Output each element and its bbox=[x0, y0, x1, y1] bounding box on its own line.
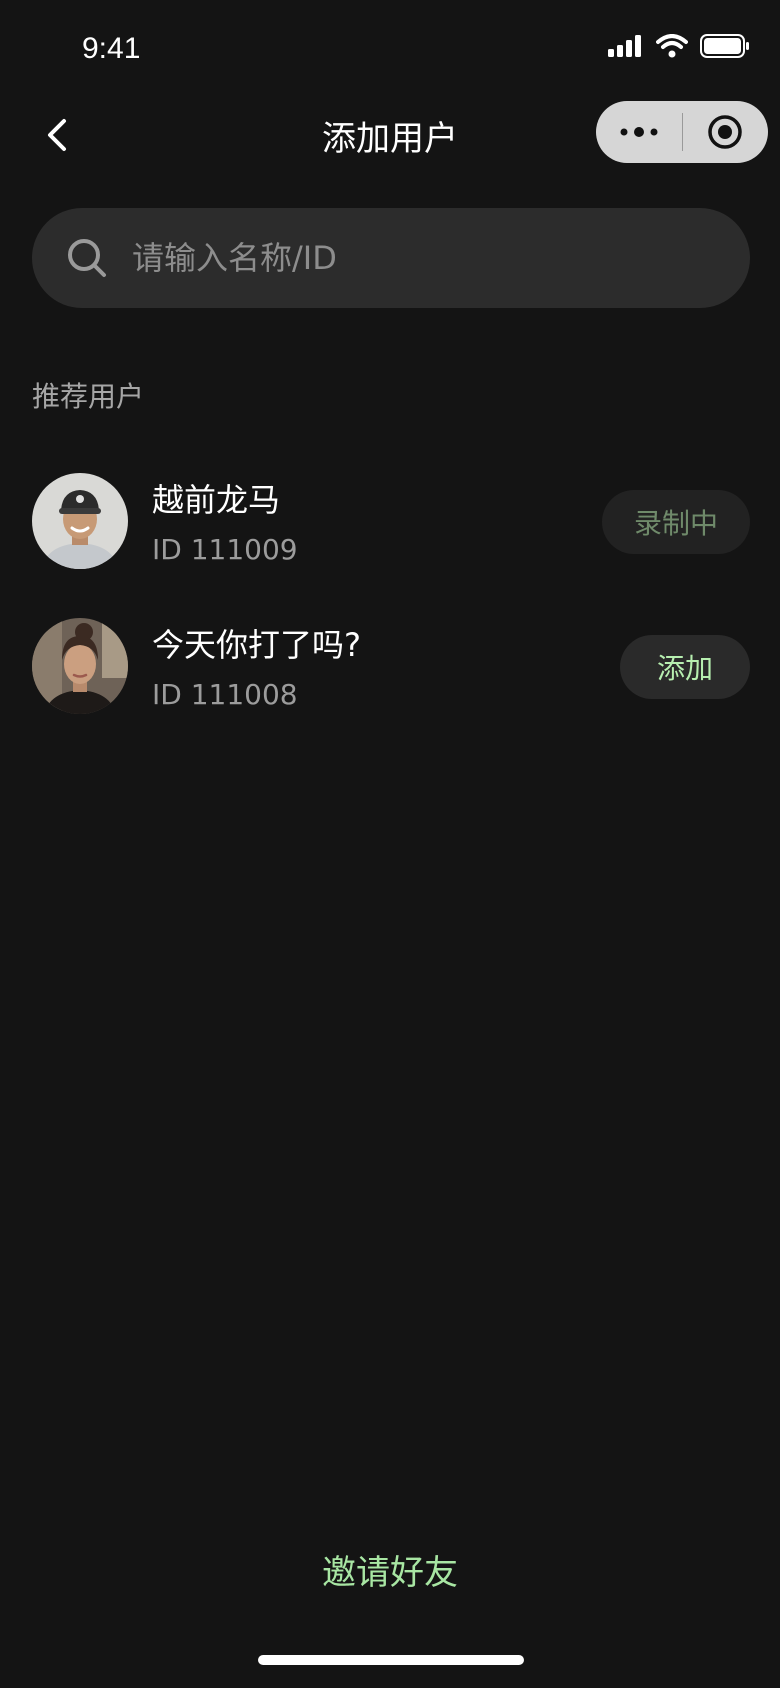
record-target-icon bbox=[708, 115, 742, 149]
search-input[interactable] bbox=[132, 239, 692, 277]
add-user-button[interactable]: 添加 bbox=[620, 635, 750, 699]
battery-icon bbox=[700, 34, 749, 58]
list-item: 今天你打了吗? ID 111008 添加 bbox=[32, 618, 750, 718]
nav-bar: 添加用户 bbox=[0, 95, 780, 175]
more-button[interactable] bbox=[596, 101, 682, 163]
status-icons bbox=[608, 34, 750, 58]
mini-program-capsule bbox=[596, 101, 768, 163]
wifi-icon bbox=[656, 34, 688, 58]
user-avatar-image bbox=[32, 618, 128, 714]
avatar[interactable] bbox=[32, 618, 128, 714]
close-button[interactable] bbox=[683, 101, 769, 163]
user-avatar-image bbox=[32, 473, 128, 569]
section-label-recommended: 推荐用户 bbox=[32, 380, 145, 413]
more-dots-icon bbox=[620, 127, 658, 137]
search-box[interactable] bbox=[32, 208, 750, 308]
signal-icon bbox=[608, 35, 641, 57]
status-bar: 9:41 bbox=[0, 0, 780, 90]
status-time: 9:41 bbox=[82, 32, 141, 65]
search-icon bbox=[68, 239, 106, 277]
recording-status-button: 录制中 bbox=[602, 490, 750, 554]
list-item: 越前龙马 ID 111009 录制中 bbox=[32, 473, 750, 573]
user-name: 越前龙马 bbox=[152, 481, 281, 519]
home-indicator bbox=[258, 1655, 524, 1665]
user-id: ID 111008 bbox=[152, 678, 298, 711]
invite-friends-link[interactable]: 邀请好友 bbox=[0, 1545, 780, 1594]
user-name: 今天你打了吗? bbox=[152, 626, 361, 664]
user-id: ID 111009 bbox=[152, 533, 298, 566]
avatar[interactable] bbox=[32, 473, 128, 569]
